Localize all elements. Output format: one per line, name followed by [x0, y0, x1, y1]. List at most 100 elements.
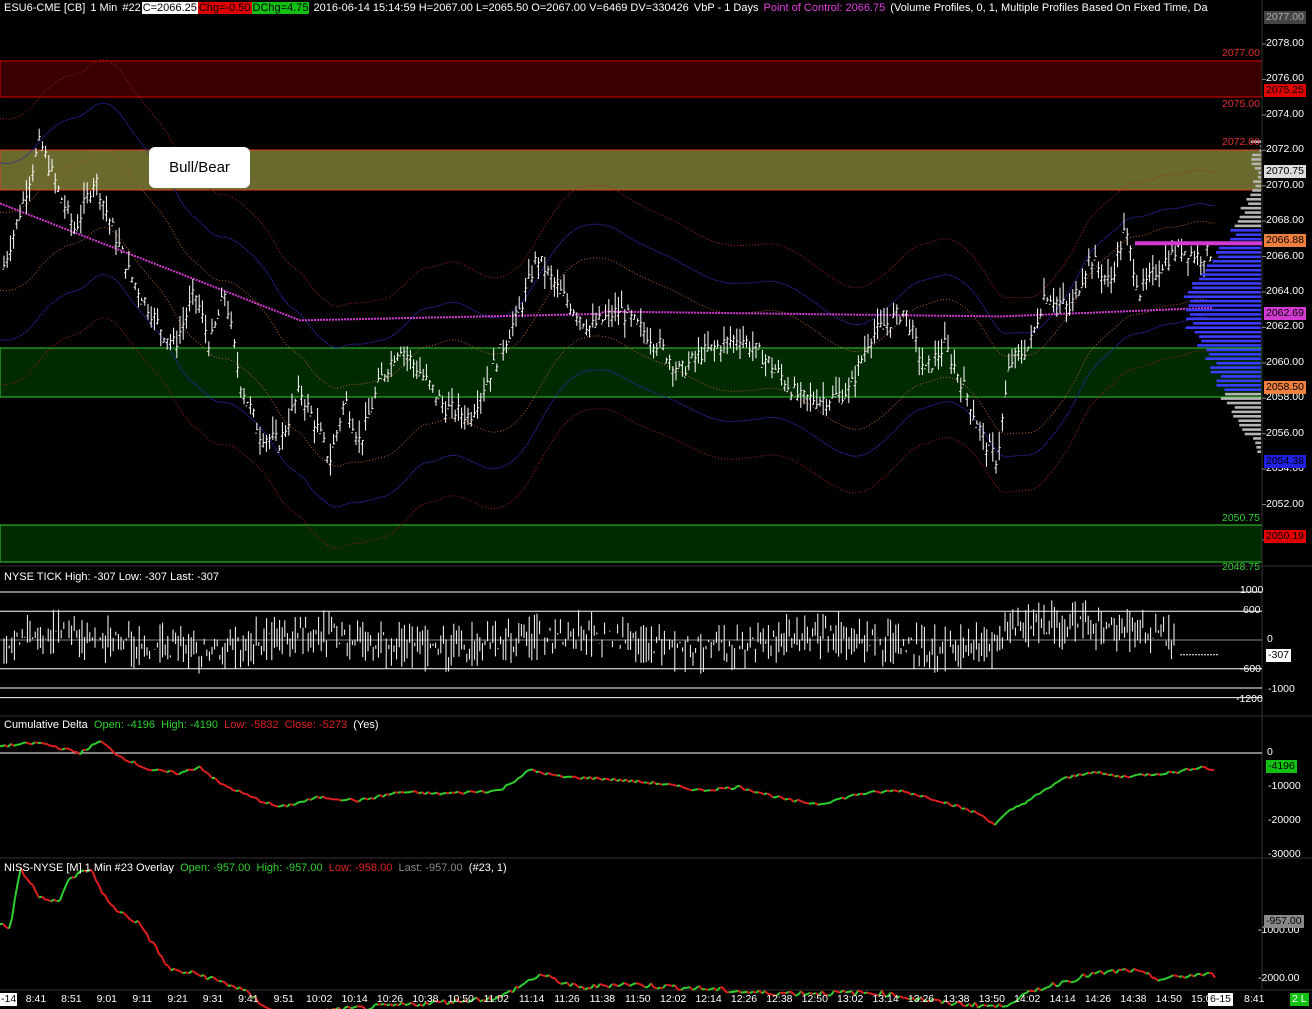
delta-segment [178, 771, 183, 776]
delta-axis-30000: -30000 [1268, 848, 1301, 860]
volume-profile-bar [1216, 384, 1261, 387]
delta-segment [997, 817, 1002, 822]
niss-segment [614, 983, 619, 988]
niss-segment [371, 1003, 376, 1009]
niss-segment [122, 911, 127, 916]
volume-profile-bar [1230, 237, 1261, 241]
volume-profile-bar [1194, 330, 1261, 334]
delta-segment [58, 748, 63, 751]
delta-segment [688, 788, 693, 792]
delta-segment [934, 799, 939, 803]
niss-segment [107, 900, 112, 906]
delta-segment [115, 753, 120, 757]
delta-segment [1105, 772, 1110, 777]
delta-segment [628, 779, 633, 783]
delta-segment [1123, 774, 1128, 778]
delta-segment [811, 802, 816, 805]
niss-segment [1004, 1004, 1009, 1008]
delta-segment [310, 797, 315, 801]
delta-segment [463, 791, 468, 795]
delta-segment [244, 792, 249, 796]
delta-segment [577, 777, 582, 780]
niss-segment [29, 882, 34, 886]
delta-segment [466, 790, 471, 793]
volume-profile-bar [1242, 428, 1261, 431]
delta-segment [133, 760, 138, 766]
interval-text: 1 Min [90, 2, 118, 14]
niss-segment [131, 920, 136, 924]
niss-segment [761, 990, 766, 995]
delta-segment [715, 787, 720, 792]
bull-bear-callout[interactable]: Bull/Bear [149, 147, 250, 188]
delta-segment [313, 795, 318, 799]
delta-segment [1033, 793, 1038, 797]
resistance-zone [0, 60, 1263, 98]
support-zone [0, 347, 1263, 398]
time-tick-label: 14:02 [1014, 993, 1041, 1005]
niss-segment [1172, 974, 1177, 977]
time-tick-label: 11:38 [589, 993, 616, 1005]
delta-segment [1042, 788, 1047, 792]
price-tick-label: 2074.00 [1266, 107, 1304, 120]
time-tick-label: 14:50 [1155, 993, 1182, 1005]
volume-profile-bar [1192, 282, 1261, 285]
zone-label-2048: 2048.75 [1222, 561, 1260, 573]
time-tick-label: 10:50 [447, 993, 474, 1005]
vwap-line [0, 202, 1213, 322]
niss-last-tag: -957.00 [1264, 915, 1304, 928]
time-tick-label: 13:02 [837, 993, 864, 1005]
delta-segment [106, 744, 111, 749]
delta-segment [979, 813, 984, 817]
delta-segment [658, 782, 663, 786]
volume-profile-bar [1252, 189, 1261, 192]
delta-segment [304, 798, 309, 803]
delta-segment [1147, 772, 1152, 777]
delta-segment [775, 795, 780, 799]
delta-segment [1201, 765, 1206, 769]
corner-indicator[interactable]: 2 L [1290, 993, 1309, 1006]
delta-segment [1063, 776, 1068, 779]
niss-segment [35, 891, 40, 899]
delta-segment [955, 803, 960, 807]
time-tick-label: 14:14 [1049, 993, 1076, 1005]
niss-segment [1175, 974, 1180, 978]
niss-segment [1073, 979, 1078, 983]
delta-segment [112, 751, 117, 756]
niss-segment [638, 982, 643, 986]
delta-segment [784, 797, 789, 801]
delta-segment [1039, 790, 1044, 795]
delta-segment [1186, 767, 1191, 772]
delta-segment [970, 810, 975, 814]
time-tick-label: 10:38 [412, 993, 439, 1005]
delta-segment [967, 809, 972, 813]
time-tick-label: 12:38 [766, 993, 793, 1005]
time-tick-label: 11:02 [483, 993, 509, 1005]
niss-segment [1157, 978, 1162, 982]
delta-segment [1006, 808, 1011, 814]
niss-segment [695, 985, 700, 990]
delta-segment [40, 741, 45, 745]
time-axis-right: 8:41 [1244, 993, 1265, 1005]
delta-segment [238, 789, 243, 794]
delta-segment [280, 804, 285, 807]
niss-segment [689, 986, 694, 991]
symbol-text: ESU6-CME [CB] [4, 2, 86, 14]
price-tick-label: 2062.00 [1266, 320, 1304, 333]
niss-segment [224, 981, 229, 987]
volume-profile-bar [1210, 366, 1261, 369]
time-tick-label: 8:51 [61, 993, 82, 1005]
volume-profile-bar [1231, 410, 1261, 414]
delta-segment [511, 780, 516, 784]
delta-yes: (Yes) [353, 719, 379, 731]
delta-segment [580, 776, 585, 780]
delta-segment [574, 775, 579, 780]
delta-segment [7, 743, 12, 748]
tick-axis-minus1200: -1200 [1236, 693, 1263, 705]
niss-segment [137, 920, 142, 927]
niss-segment [158, 953, 163, 958]
delta-segment [124, 759, 129, 763]
niss-segment [758, 989, 763, 995]
niss-segment [1094, 971, 1099, 975]
niss-segment [539, 973, 544, 977]
delta-segment [109, 747, 114, 753]
